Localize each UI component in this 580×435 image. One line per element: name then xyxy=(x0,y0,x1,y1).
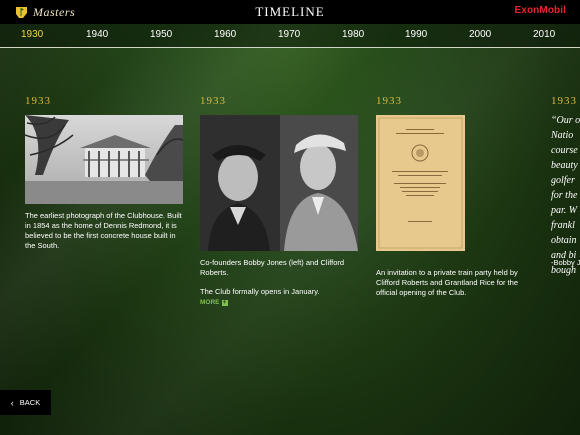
year-tab-1930[interactable]: 1930 xyxy=(21,29,43,40)
top-bar: Masters TIMELINE ExonMobil xyxy=(0,0,580,24)
plus-icon: + xyxy=(221,299,228,306)
invitation-photo[interactable] xyxy=(376,115,465,251)
sponsor-logo[interactable]: ExonMobil xyxy=(515,5,566,16)
clubhouse-photo[interactable] xyxy=(25,115,183,204)
year-tab-2010[interactable]: 2010 xyxy=(533,29,555,40)
quote-text: “Our o Natio course beauty golfer for th… xyxy=(551,115,580,276)
clubhouse-caption: The earliest photograph of the Clubhouse… xyxy=(25,211,182,250)
more-label: MORE xyxy=(200,299,220,306)
year-tab-1940[interactable]: 1940 xyxy=(86,29,108,40)
invitation-caption: An invitation to a private train party h… xyxy=(376,268,519,297)
year-tab-2000[interactable]: 2000 xyxy=(469,29,491,40)
quote-attribution: -Bobby J xyxy=(551,258,580,267)
entry-year: 1933 xyxy=(376,95,402,107)
year-tab-1990[interactable]: 1990 xyxy=(405,29,427,40)
masters-logo[interactable]: Masters xyxy=(14,2,75,22)
year-tab-1960[interactable]: 1960 xyxy=(214,29,236,40)
back-label: BACK xyxy=(19,398,41,407)
year-navigation: 1930 1940 1950 1960 1970 1980 1990 2000 … xyxy=(0,24,580,48)
more-link[interactable]: MORE + xyxy=(200,299,228,306)
year-tab-1980[interactable]: 1980 xyxy=(342,29,364,40)
year-tab-1950[interactable]: 1950 xyxy=(150,29,172,40)
masters-map-icon xyxy=(16,7,27,18)
page-title: TIMELINE xyxy=(255,4,325,19)
brand-name: Masters xyxy=(33,4,76,19)
entry-year: 1933 xyxy=(25,95,51,107)
sponsor-suffix: onMobil xyxy=(526,5,566,16)
chevron-left-icon: ‹ xyxy=(10,397,14,408)
cofounders-caption: Co-founders Bobby Jones (left) and Cliff… xyxy=(200,258,345,277)
opening-caption: The Club formally opens in January. xyxy=(200,287,320,296)
entry-year: 1933 xyxy=(200,95,226,107)
cofounders-photo[interactable] xyxy=(200,115,358,251)
year-tab-1970[interactable]: 1970 xyxy=(278,29,300,40)
back-button[interactable]: ‹ BACK xyxy=(0,390,51,415)
entry-year: 1933 xyxy=(551,95,577,107)
